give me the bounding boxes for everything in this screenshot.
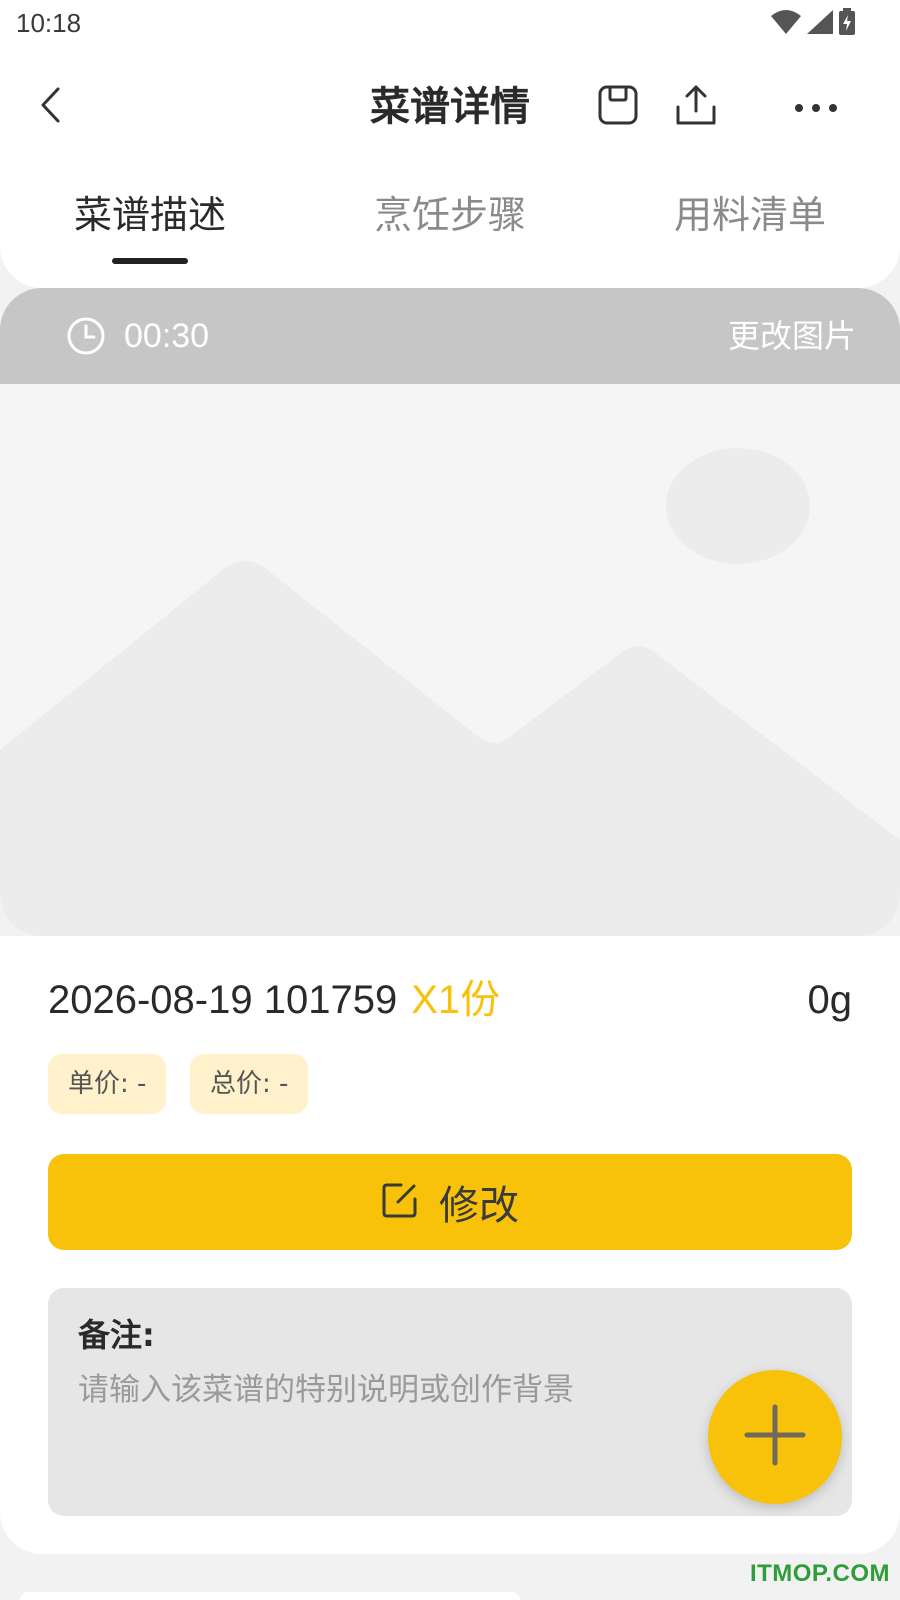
tab-cooking-steps[interactable]: 烹饪步骤 xyxy=(340,180,560,250)
image-placeholder-icon xyxy=(0,448,900,936)
signal-icon xyxy=(806,9,834,39)
more-icon xyxy=(794,98,838,117)
plus-icon xyxy=(743,1403,807,1471)
notes-input[interactable] xyxy=(76,1364,720,1416)
edit-icon xyxy=(381,1181,419,1223)
tab-indicator xyxy=(112,258,188,264)
recipe-servings[interactable]: X1份 xyxy=(411,978,500,1022)
tab-description[interactable]: 菜谱描述 xyxy=(40,180,260,250)
change-photo-button[interactable]: 更改图片 xyxy=(728,314,856,358)
wifi-icon xyxy=(770,9,802,39)
more-button[interactable] xyxy=(792,82,840,132)
save-button[interactable] xyxy=(594,82,642,132)
share-button[interactable] xyxy=(672,82,720,132)
recipe-title-row: 2026-08-19 101759 X1份 xyxy=(48,972,500,1028)
battery-charging-icon xyxy=(838,8,856,40)
tab-bar: 菜谱描述 烹饪步骤 用料清单 xyxy=(0,180,900,270)
status-bar: 10:18 xyxy=(0,0,900,50)
total-price-badge: 总价: - xyxy=(190,1054,309,1114)
recipe-weight: 0g xyxy=(807,978,853,1022)
status-icons xyxy=(770,8,856,40)
clock-icon xyxy=(66,316,106,356)
next-card-edge xyxy=(20,1592,520,1600)
edit-button[interactable]: 修改 xyxy=(48,1154,852,1250)
recipe-name: 2026-08-19 101759 xyxy=(48,978,398,1022)
recipe-detail-screen: 10:18 菜谱详情 菜谱描述 烹饪步骤 用料清单 00:30 更改图片 202… xyxy=(0,0,900,1600)
status-time: 10:18 xyxy=(16,8,82,38)
add-button[interactable] xyxy=(708,1370,842,1504)
notes-label: 备注: xyxy=(78,1316,155,1354)
share-icon xyxy=(674,83,718,131)
tab-ingredients[interactable]: 用料清单 xyxy=(640,180,860,250)
save-icon xyxy=(597,84,639,130)
recipe-photo[interactable]: 00:30 更改图片 xyxy=(0,288,900,936)
page-title: 菜谱详情 xyxy=(370,84,530,130)
cooking-duration: 00:30 xyxy=(124,317,210,355)
watermark: ITMOP.COM xyxy=(749,1560,890,1587)
edit-button-label: 修改 xyxy=(439,1183,519,1229)
unit-price-badge: 单价: - xyxy=(48,1054,167,1114)
